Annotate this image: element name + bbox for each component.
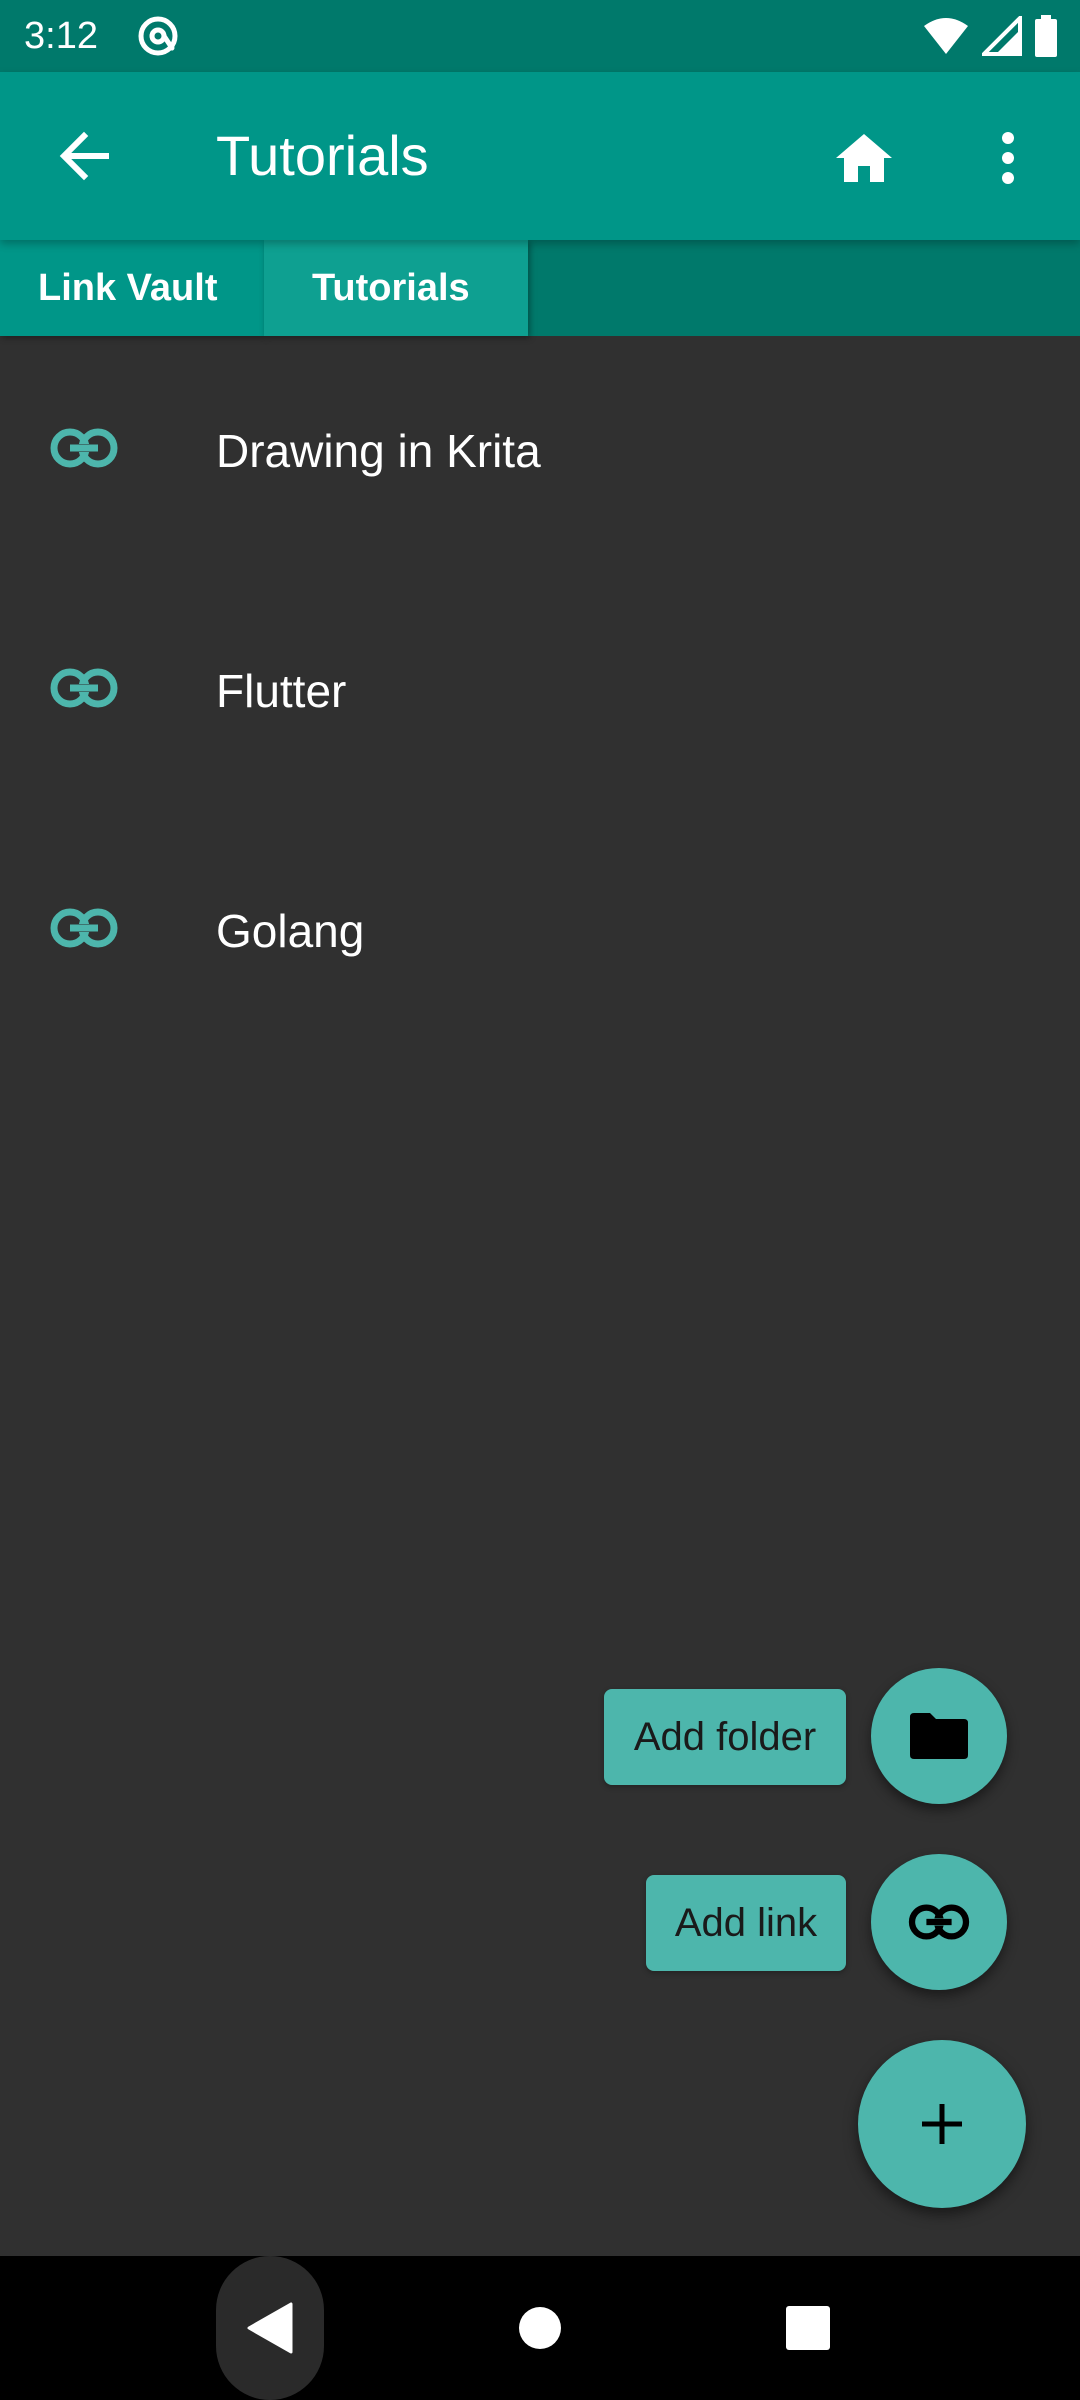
list-item[interactable]: Flutter	[0, 576, 1080, 816]
wifi-icon	[924, 18, 968, 54]
back-button[interactable]	[44, 116, 124, 196]
link-icon	[908, 1904, 970, 1940]
plus-icon	[922, 2104, 962, 2144]
app-bar: Tutorials	[0, 72, 1080, 240]
home-button[interactable]	[822, 116, 906, 200]
nav-recents-icon	[786, 2306, 830, 2350]
add-folder-button[interactable]	[871, 1668, 1007, 1804]
nav-home-button[interactable]	[490, 2300, 590, 2356]
page-title: Tutorials	[216, 124, 429, 187]
breadcrumb: Link Vault Tutorials	[0, 240, 1080, 336]
speed-dial-main-button[interactable]	[858, 2040, 1026, 2208]
folder-icon	[910, 1713, 968, 1759]
home-icon	[836, 134, 892, 182]
list-item[interactable]: Golang	[0, 816, 1080, 1056]
screen: 3:12 Tutorials Link Vault Tutorials Draw…	[0, 0, 1080, 2400]
breadcrumb-item-link-vault[interactable]: Link Vault	[0, 240, 264, 336]
link-list: Drawing in Krita Flutter Golang	[0, 336, 1080, 1056]
link-icon	[50, 428, 118, 468]
at-sign-icon	[138, 16, 178, 56]
add-link-button[interactable]	[871, 1854, 1007, 1990]
nav-back-button[interactable]	[216, 2256, 324, 2400]
battery-icon	[1035, 15, 1057, 57]
list-item-label: Golang	[216, 905, 365, 957]
more-vert-icon	[1002, 132, 1014, 184]
breadcrumb-item-tutorials[interactable]: Tutorials	[264, 240, 528, 336]
nav-home-icon	[519, 2307, 561, 2349]
add-folder-label[interactable]: Add folder	[604, 1689, 846, 1785]
more-options-button[interactable]	[968, 116, 1048, 200]
signal-icon	[982, 16, 1022, 56]
status-time: 3:12	[24, 15, 98, 57]
nav-back-icon	[247, 2302, 293, 2354]
list-item[interactable]: Drawing in Krita	[0, 336, 1080, 576]
list-item-label: Drawing in Krita	[216, 425, 541, 477]
arrow-back-icon	[59, 131, 109, 181]
add-link-label[interactable]: Add link	[646, 1875, 846, 1971]
status-bar: 3:12	[0, 0, 1080, 72]
link-icon	[50, 908, 118, 948]
list-item-label: Flutter	[216, 665, 347, 717]
link-icon	[50, 668, 118, 708]
nav-recents-button[interactable]	[758, 2300, 858, 2356]
status-icons	[922, 14, 1058, 58]
